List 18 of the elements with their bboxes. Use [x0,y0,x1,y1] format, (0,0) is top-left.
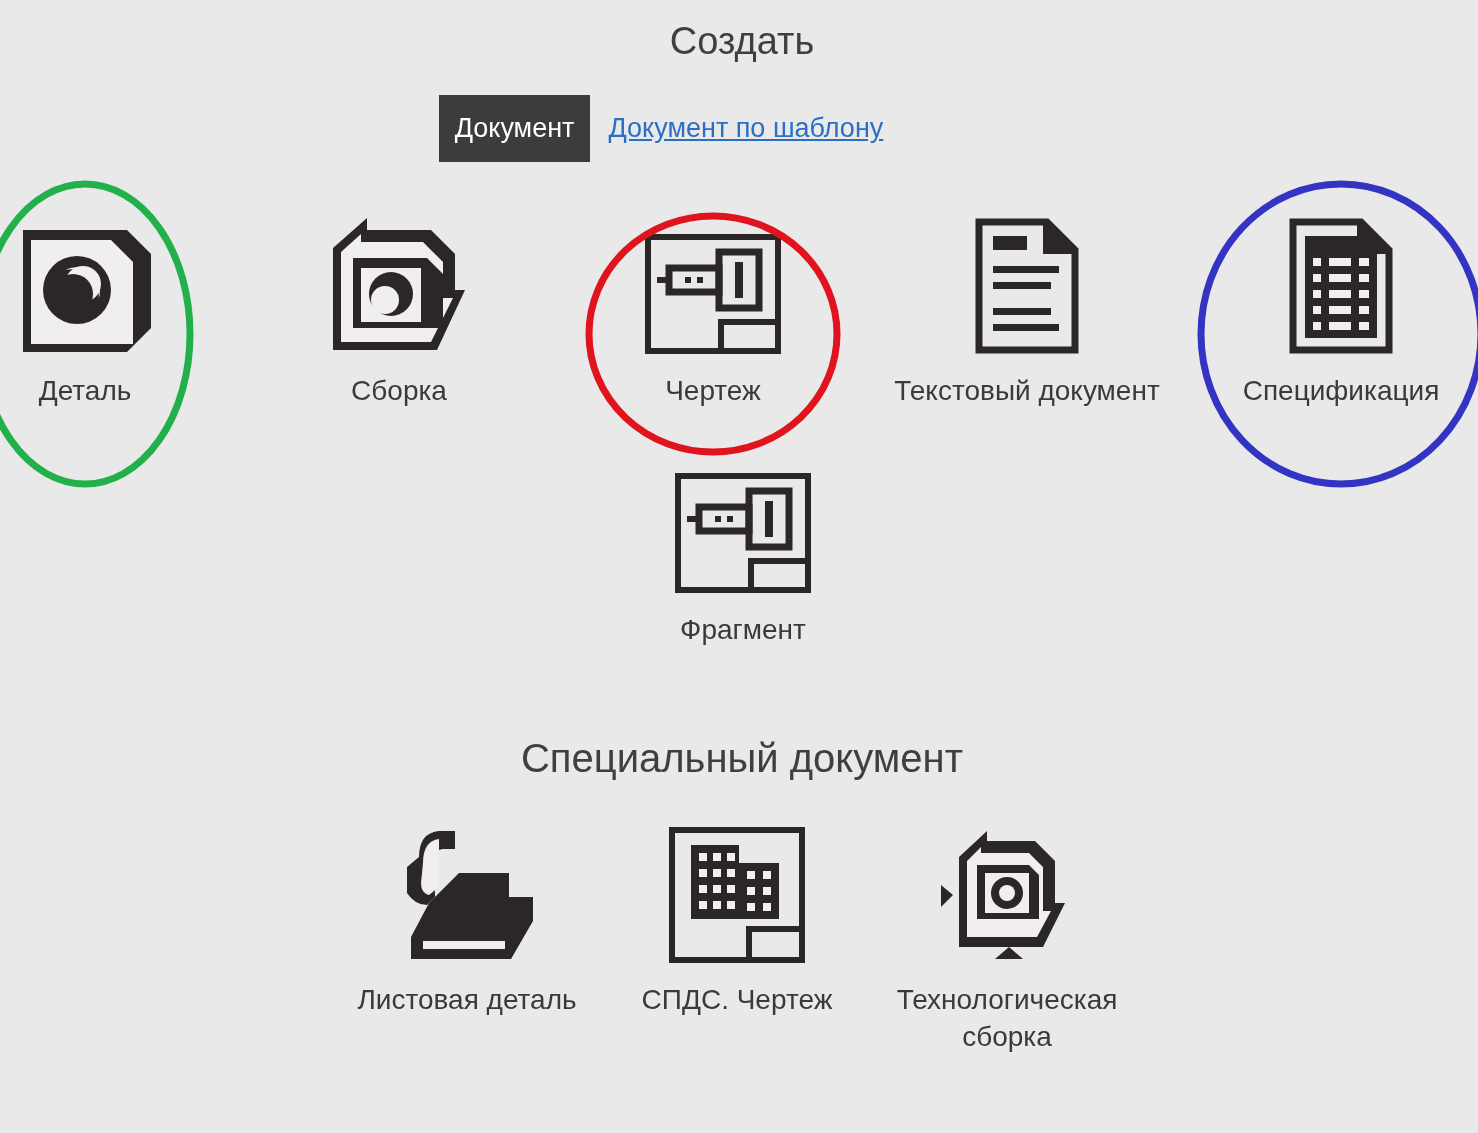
document-type-label[interactable]: Чертеж [665,372,761,409]
document-tab[interactable]: Документ [438,95,591,162]
building-drawing-icon [669,827,805,963]
drawing-icon [645,234,781,354]
specification-icon [1289,218,1393,354]
document-type-label[interactable]: Текстовый документ [894,372,1160,409]
document-type-label[interactable]: Листовая деталь [357,981,577,1018]
drawing-icon [675,473,811,593]
page-title: Создать [669,20,815,63]
document-type-label[interactable]: СПДС. Чертеж [641,981,833,1018]
document-type-label[interactable]: Технологическая сборка [872,981,1142,1055]
document-type-label[interactable]: Фрагмент [680,611,806,648]
document-type-label[interactable]: Спецификация [1242,372,1440,409]
section-heading: Специальный документ [521,736,963,781]
template-link[interactable]: Документ по шаблону [608,95,900,162]
document-type-label[interactable]: Деталь [38,372,132,409]
text-document-icon [975,218,1079,354]
document-type-label[interactable]: Сборка [351,372,447,409]
